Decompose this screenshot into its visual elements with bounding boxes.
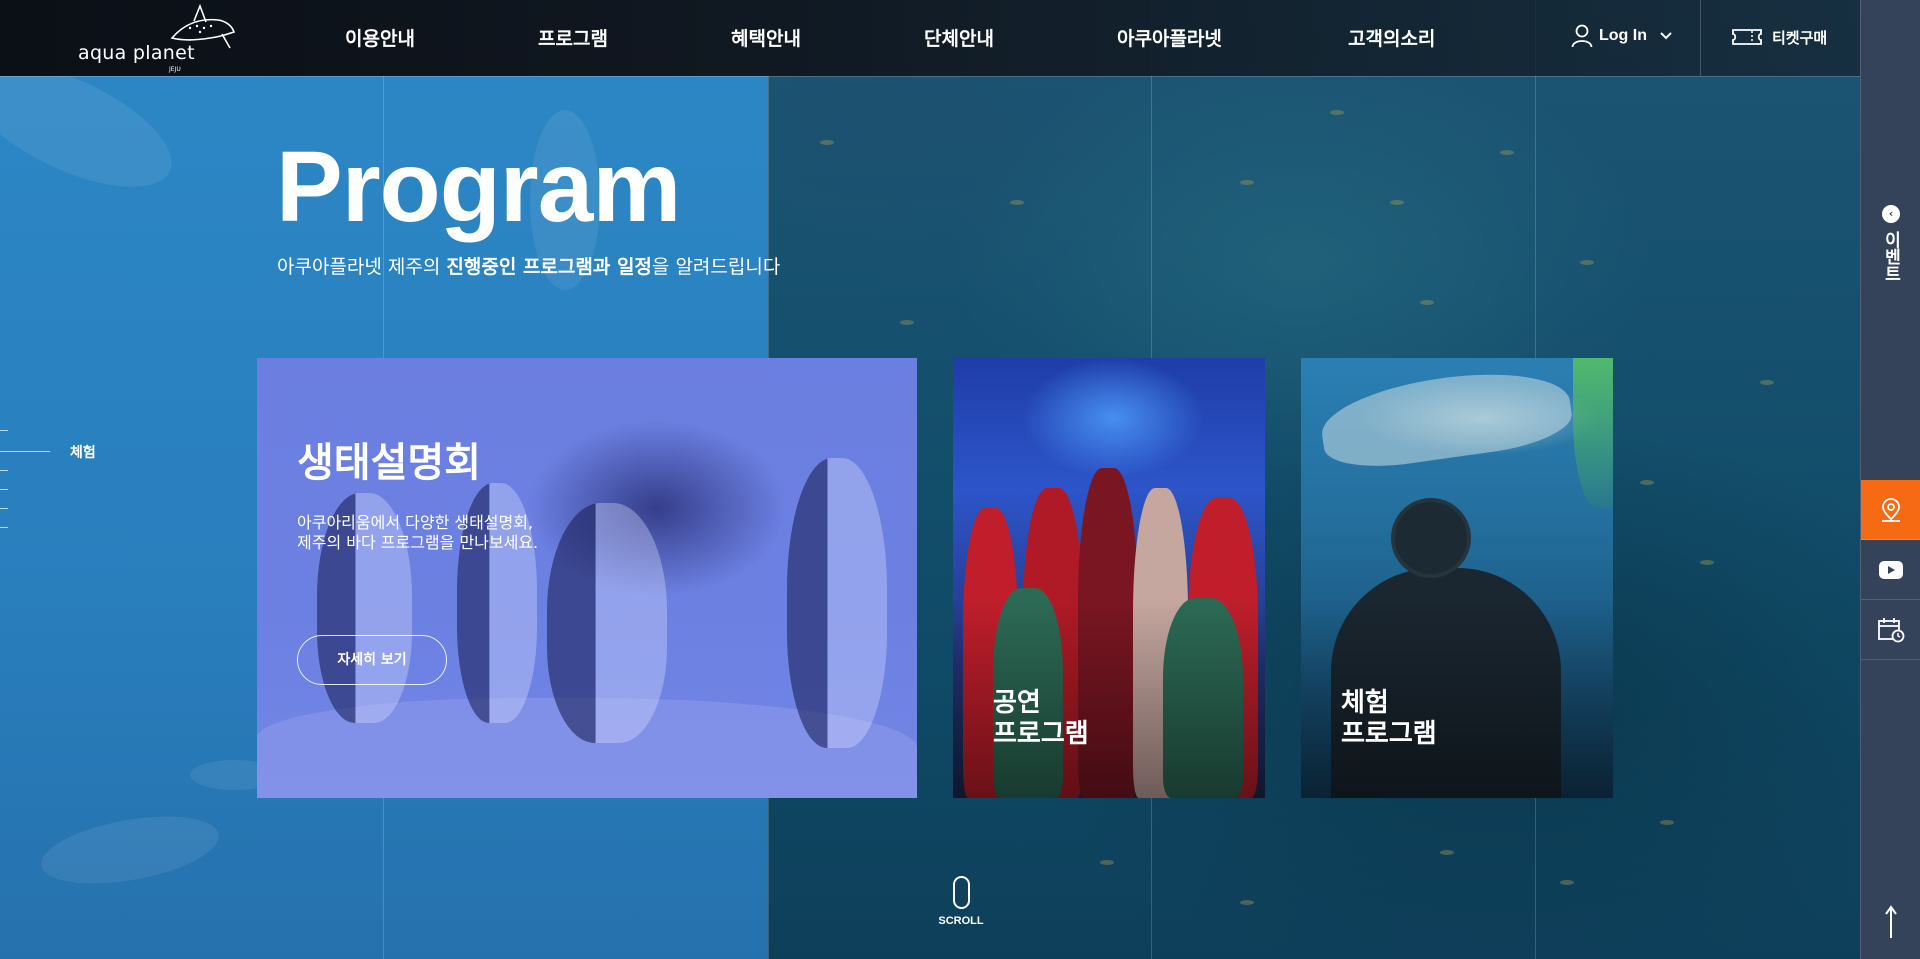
indicator-active-label: 체험	[70, 444, 96, 460]
program-card-performance[interactable]: 공연 프로그램	[953, 358, 1265, 798]
card-title: 생태설명회	[297, 440, 481, 486]
page-title: Program	[276, 131, 681, 243]
indicator-tick[interactable]	[0, 489, 8, 490]
nav-item-customer-voice[interactable]: 고객의소리	[1348, 24, 1435, 51]
card-title: 체험 프로그램	[1341, 688, 1437, 749]
scroll-label: SCROLL	[938, 915, 984, 927]
aqua-planet-logo[interactable]: aqua planet JEJU	[78, 4, 236, 73]
event-label: 이벤트	[1881, 231, 1901, 282]
arrow-up-icon	[1885, 905, 1897, 938]
page-subtitle: 아쿠아플라넷 제주의 진행중인 프로그램과 일정을 알려드립니다	[277, 252, 780, 279]
logo-text: aqua planet	[78, 42, 195, 64]
subtitle-highlight: 진행중인 프로그램과 일정	[446, 256, 652, 278]
indicator-tick[interactable]	[0, 430, 8, 431]
location-button[interactable]	[1861, 480, 1920, 540]
nav-item-aqua-planet[interactable]: 아쿠아플라넷	[1117, 24, 1348, 51]
subtitle-prefix: 아쿠아플라넷 제주의	[277, 256, 447, 278]
card-title: 공연 프로그램	[993, 688, 1089, 749]
quick-sidebar: ‹ 이벤트	[1860, 0, 1920, 959]
ticket-icon	[1732, 29, 1762, 45]
location-pin-icon	[1882, 497, 1900, 522]
subtitle-suffix: 을 알려드립니다	[651, 256, 781, 278]
section-indicator: 체험	[0, 430, 110, 540]
login-label: Log In	[1599, 27, 1647, 44]
nav-item-program[interactable]: 프로그램	[538, 24, 731, 51]
main-nav: 이용안내 프로그램 혜택안내 단체안내 아쿠아플라넷 고객의소리	[345, 24, 1435, 51]
logo-subtext: JEJU	[169, 66, 181, 73]
program-card-eco-talk[interactable]: 생태설명회 아쿠아리움에서 다양한 생태설명회, 제주의 바다 프로그램을 만나…	[257, 358, 917, 798]
login-button[interactable]: Log In	[1571, 24, 1673, 48]
calendar-clock-icon	[1878, 617, 1905, 642]
program-card-experience[interactable]: 체험 프로그램	[1301, 358, 1613, 798]
ticket-purchase-button[interactable]: 티켓구매	[1730, 26, 1827, 48]
indicator-tick[interactable]	[0, 527, 8, 528]
schedule-button[interactable]	[1861, 600, 1920, 660]
youtube-button[interactable]	[1861, 540, 1920, 600]
card-description-line: 아쿠아리움에서 다양한 생태설명회,	[297, 513, 534, 532]
card-description: 아쿠아리움에서 다양한 생태설명회, 제주의 바다 프로그램을 만나보세요.	[297, 513, 617, 553]
nav-item-group-guide[interactable]: 단체안내	[924, 24, 1117, 51]
ticket-label: 티켓구매	[1772, 29, 1828, 47]
indicator-tick[interactable]	[0, 470, 8, 471]
user-icon	[1571, 24, 1593, 48]
back-to-top-button[interactable]	[1861, 905, 1920, 945]
scroll-indicator[interactable]: SCROLL	[938, 876, 984, 927]
chevron-left-icon: ‹	[1882, 205, 1900, 223]
mouse-icon	[952, 876, 970, 909]
nav-item-benefits[interactable]: 혜택안내	[731, 24, 924, 51]
chevron-down-icon	[1660, 32, 1672, 40]
grid-line	[0, 76, 1860, 77]
indicator-tick[interactable]	[0, 508, 8, 509]
youtube-icon	[1879, 560, 1903, 579]
view-details-button[interactable]: 자세히 보기	[297, 635, 447, 685]
nav-item-usage-guide[interactable]: 이용안내	[345, 24, 538, 51]
indicator-tick-active[interactable]	[0, 451, 50, 452]
site-header: aqua planet JEJU 이용안내 프로그램 혜택안내 단체안내 아쿠아…	[0, 0, 1860, 76]
event-tab[interactable]: ‹ 이벤트	[1861, 205, 1920, 282]
header-divider	[1700, 0, 1701, 76]
card-description-line: 제주의 바다 프로그램을 만나보세요.	[297, 533, 539, 552]
